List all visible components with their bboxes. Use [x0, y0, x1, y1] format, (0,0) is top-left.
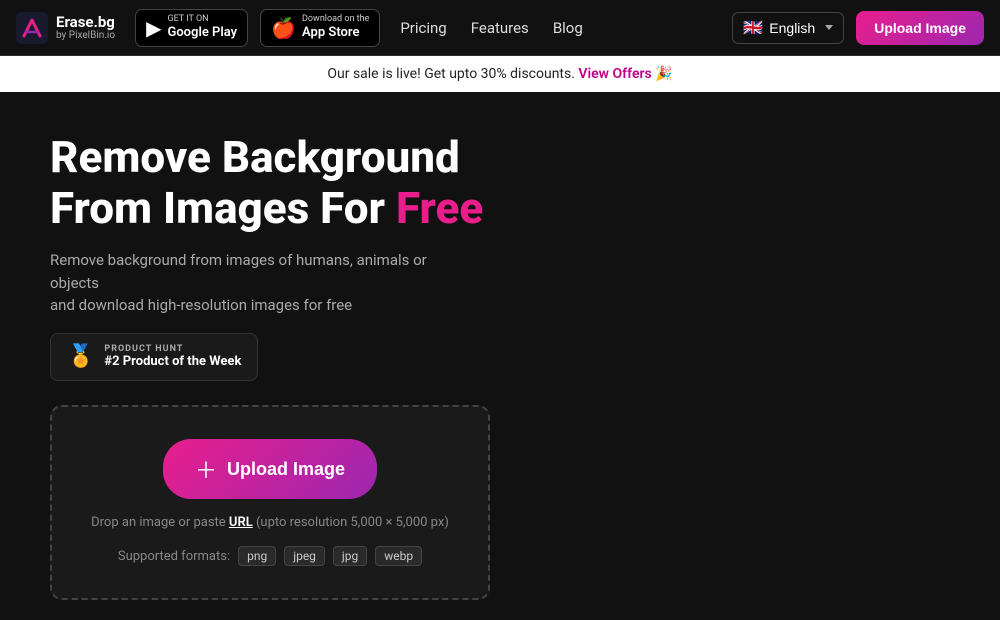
- upload-hint: Drop an image or paste URL (upto resolut…: [91, 515, 449, 530]
- product-hunt-rank: #2 Product of the Week: [104, 354, 241, 370]
- left-column: Remove Background From Images For Free R…: [50, 132, 550, 600]
- language-label: English: [769, 20, 815, 36]
- hero-title-line2: From Images For: [50, 182, 396, 234]
- supported-formats-label: Supported formats:: [118, 549, 230, 564]
- logo-icon: [16, 12, 48, 44]
- nav-links: Pricing Features Blog: [400, 19, 582, 37]
- hero-title: Remove Background From Images For Free: [50, 132, 550, 233]
- nav-upload-button[interactable]: Upload Image: [856, 11, 984, 45]
- logo-sub-text: by PixelBin.io: [56, 30, 115, 41]
- product-hunt-icon: 🏅: [67, 344, 94, 369]
- logo-main-text: Erase.bg: [56, 14, 115, 31]
- google-play-small-text: GET IT ON: [167, 14, 237, 25]
- upload-main-button-label: Upload Image: [227, 459, 345, 480]
- upload-area: ＋ Upload Image Drop an image or paste UR…: [50, 405, 490, 600]
- nav-link-blog[interactable]: Blog: [553, 19, 583, 37]
- nav-link-pricing[interactable]: Pricing: [400, 19, 446, 37]
- navbar: Erase.bg by PixelBin.io ▶ GET IT ON Goog…: [0, 0, 1000, 56]
- hero-subtitle: Remove background from images of humans,…: [50, 249, 470, 317]
- hero-title-free: Free: [396, 182, 483, 234]
- product-hunt-badge: 🏅 PRODUCT HUNT #2 Product of the Week: [50, 333, 258, 381]
- google-play-badge[interactable]: ▶ GET IT ON Google Play: [135, 9, 248, 47]
- plus-icon: ＋: [195, 453, 217, 485]
- format-badge-jpeg: jpeg: [284, 546, 325, 566]
- google-play-icon: ▶: [146, 16, 161, 40]
- chevron-down-icon: [825, 25, 833, 30]
- app-store-small-text: Download on the: [302, 14, 369, 25]
- sale-banner-text: Our sale is live! Get upto 30% discounts…: [327, 66, 575, 82]
- logo[interactable]: Erase.bg by PixelBin.io: [16, 12, 115, 44]
- upload-hint-suffix: (upto resolution 5,000 × 5,000 px): [253, 515, 449, 530]
- format-badge-jpg: jpg: [333, 546, 367, 566]
- main-content: Remove Background From Images For Free R…: [0, 92, 1000, 620]
- apple-icon: 🍎: [271, 16, 296, 40]
- product-hunt-label: PRODUCT HUNT: [104, 344, 241, 355]
- language-selector[interactable]: 🇬🇧 English: [732, 12, 844, 44]
- sale-banner-cta[interactable]: View Offers 🎉: [578, 66, 672, 82]
- google-play-large-text: Google Play: [167, 25, 237, 41]
- language-flag-icon: 🇬🇧: [743, 18, 763, 38]
- format-badge-webp: webp: [375, 546, 422, 566]
- format-badge-png: png: [238, 546, 276, 566]
- upload-hint-text: Drop an image or paste: [91, 515, 229, 530]
- app-store-badge[interactable]: 🍎 Download on the App Store: [260, 9, 380, 47]
- upload-url-link[interactable]: URL: [229, 515, 253, 530]
- upload-main-button[interactable]: ＋ Upload Image: [163, 439, 377, 499]
- supported-formats: Supported formats: png jpeg jpg webp: [118, 546, 422, 566]
- app-store-large-text: App Store: [302, 25, 369, 41]
- hero-title-line1: Remove Background: [50, 131, 460, 183]
- sale-banner: Our sale is live! Get upto 30% discounts…: [0, 56, 1000, 92]
- nav-link-features[interactable]: Features: [471, 19, 529, 37]
